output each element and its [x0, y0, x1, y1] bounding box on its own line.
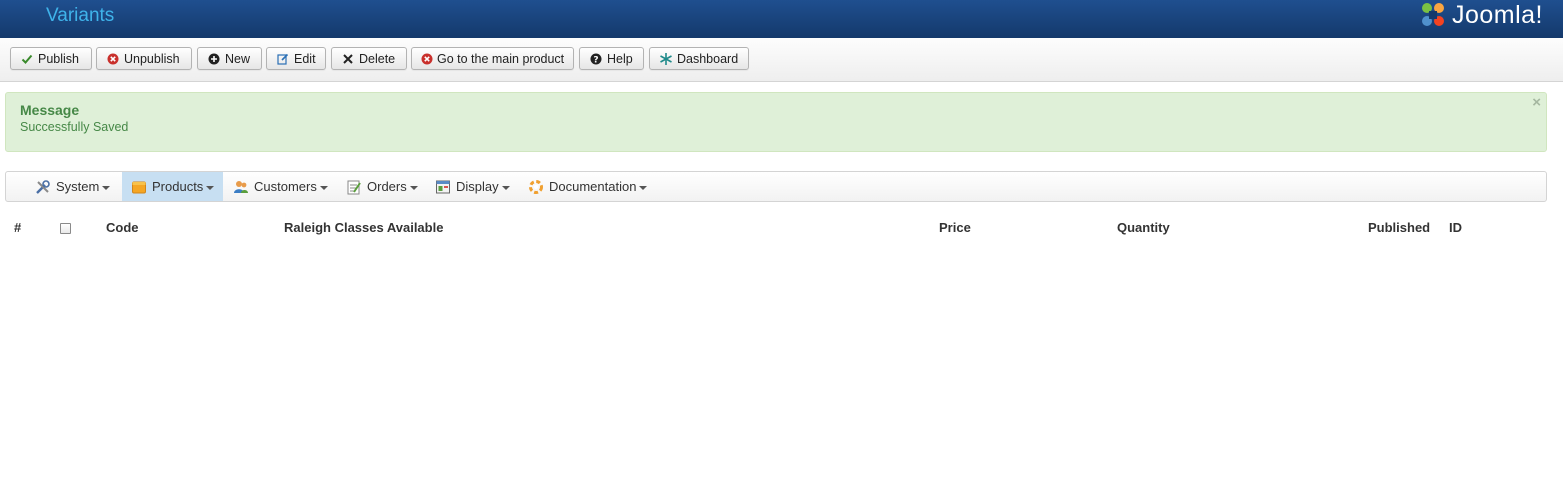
joomla-logo[interactable]: Joomla!	[1418, 0, 1543, 30]
circle-x-icon	[106, 52, 120, 66]
tools-icon	[35, 179, 51, 195]
joomla-logo-text: Joomla!	[1451, 0, 1543, 29]
success-message: Message Successfully Saved ×	[5, 92, 1547, 152]
page-title: Variants	[46, 5, 115, 26]
column-number: #	[14, 220, 22, 235]
delete-label: Delete	[359, 51, 396, 66]
menu-system[interactable]: System	[26, 172, 119, 201]
toolbar: Publish Unpublish New Edit Delete Go to …	[0, 38, 1563, 82]
new-label: New	[225, 51, 251, 66]
edit-button[interactable]: Edit	[266, 47, 326, 70]
menu-customers-label: Customers	[254, 179, 317, 194]
help-label: Help	[607, 51, 633, 66]
menu-system-label: System	[56, 179, 100, 194]
chevron-down-icon	[102, 185, 111, 190]
menu-orders-label: Orders	[367, 179, 407, 194]
message-heading: Message	[20, 102, 80, 118]
edit-icon	[276, 52, 290, 66]
chevron-down-icon	[639, 185, 648, 190]
app-header: Variants Joomla!	[0, 0, 1563, 38]
box-icon	[131, 179, 147, 195]
plus-circle-icon	[207, 52, 221, 66]
svg-text:?: ?	[593, 55, 598, 65]
column-code[interactable]: Code	[106, 220, 139, 235]
circle-x-icon	[421, 52, 433, 66]
help-button[interactable]: ? Help	[579, 47, 644, 70]
menu-display[interactable]: Display	[426, 172, 519, 201]
publish-label: Publish	[38, 51, 79, 66]
column-raleigh-classes-available[interactable]: Raleigh Classes Available	[284, 220, 443, 235]
chevron-down-icon	[319, 185, 328, 190]
delete-button[interactable]: Delete	[331, 47, 407, 70]
dashboard-button[interactable]: Dashboard	[649, 47, 749, 70]
new-button[interactable]: New	[197, 47, 262, 70]
display-icon	[435, 179, 451, 195]
chevron-down-icon	[206, 185, 215, 190]
check-icon	[20, 52, 34, 66]
chevron-down-icon	[409, 185, 418, 190]
users-icon	[233, 179, 249, 195]
select-all-checkbox[interactable]	[60, 223, 71, 234]
publish-button[interactable]: Publish	[10, 47, 92, 70]
menu-documentation-label: Documentation	[549, 179, 637, 194]
close-message-button[interactable]: ×	[1532, 94, 1541, 111]
column-id[interactable]: ID	[1449, 220, 1462, 235]
menu-products[interactable]: Products	[122, 172, 224, 201]
unpublish-button[interactable]: Unpublish	[96, 47, 192, 70]
message-text: Successfully Saved	[20, 120, 129, 134]
documentation-icon	[528, 179, 544, 195]
menu-display-label: Display	[456, 179, 499, 194]
menu-documentation[interactable]: Documentation	[519, 172, 656, 201]
edit-label: Edit	[294, 51, 316, 66]
menu-products-label: Products	[152, 179, 204, 194]
column-quantity[interactable]: Quantity	[1117, 220, 1170, 235]
go-to-main-product-button[interactable]: Go to the main product	[411, 47, 574, 70]
dashboard-label: Dashboard	[677, 51, 739, 66]
go-to-main-product-label: Go to the main product	[437, 51, 565, 66]
main-menu: System Products Customers Orders Display…	[5, 171, 1547, 202]
question-circle-icon: ?	[589, 52, 603, 66]
menu-orders[interactable]: Orders	[337, 172, 427, 201]
column-published[interactable]: Published	[1368, 220, 1430, 235]
chevron-down-icon	[501, 185, 510, 190]
joomla-logo-icon	[1421, 3, 1444, 26]
column-price[interactable]: Price	[939, 220, 971, 235]
orders-icon	[346, 179, 362, 195]
dashboard-icon	[659, 52, 673, 66]
x-icon	[341, 52, 355, 66]
unpublish-label: Unpublish	[124, 51, 180, 66]
menu-customers[interactable]: Customers	[224, 172, 337, 201]
